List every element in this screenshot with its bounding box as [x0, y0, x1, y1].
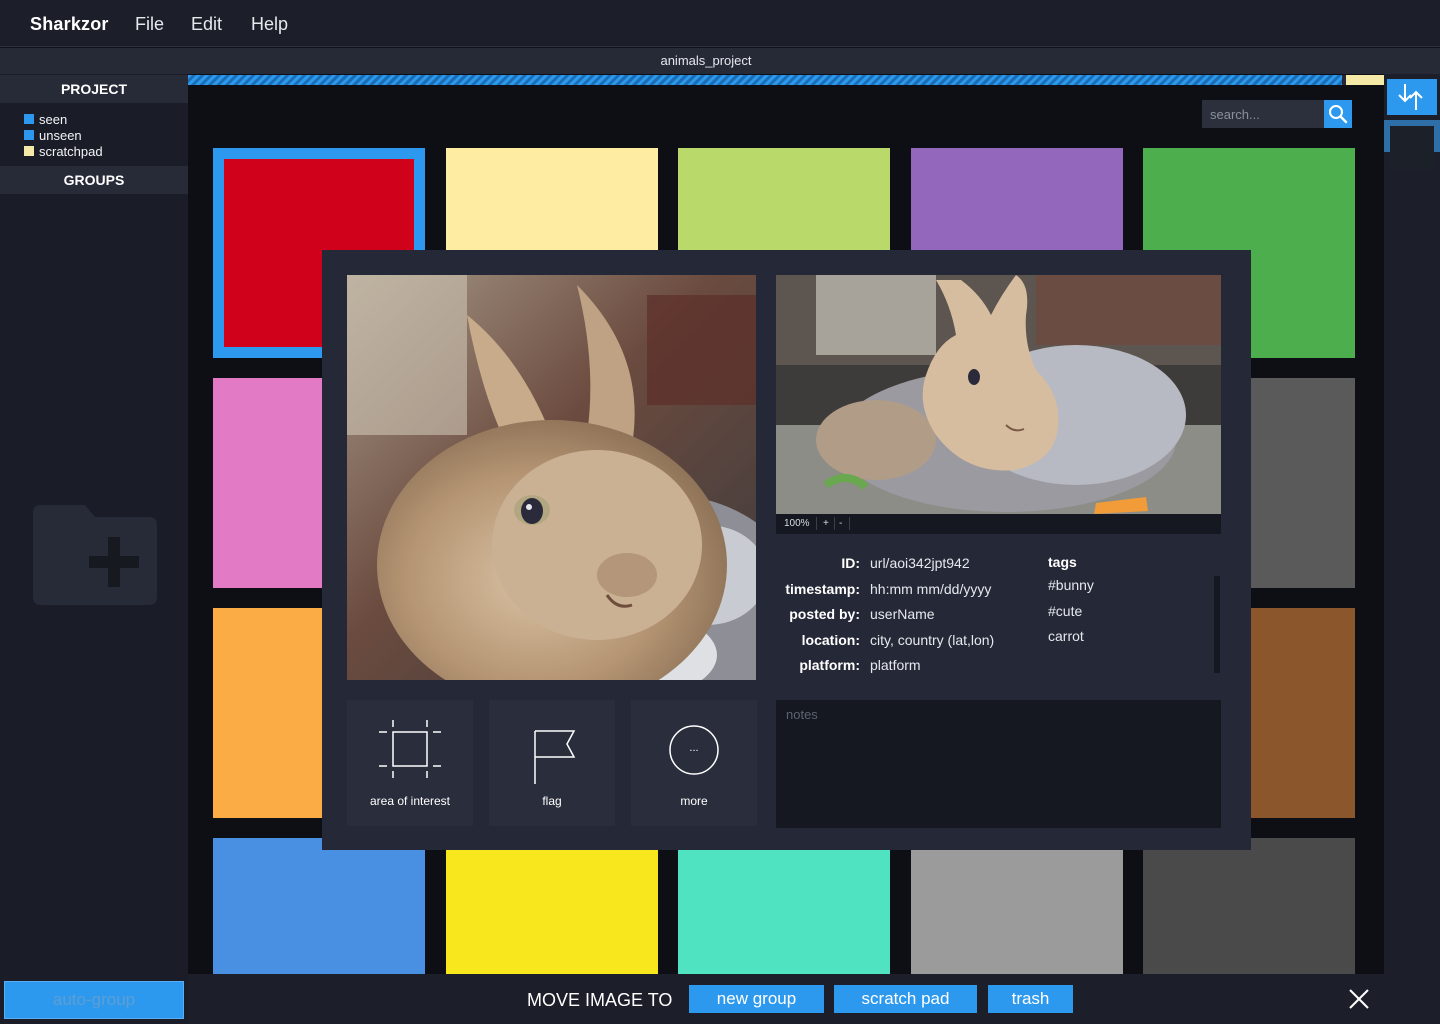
scratch-pad-button[interactable]: scratch pad — [834, 985, 977, 1013]
sort-button[interactable] — [1387, 79, 1437, 115]
move-image-bar: MOVE IMAGE TO new group scratch pad tras… — [188, 974, 1384, 1024]
folder-add-icon[interactable] — [33, 505, 157, 605]
action-label: area of interest — [369, 794, 451, 808]
menu-file[interactable]: File — [135, 14, 164, 35]
zoom-bar: 100% + - — [776, 514, 1221, 534]
meta-key: timestamp: — [785, 581, 860, 597]
action-label: more — [680, 794, 708, 808]
more-button[interactable]: ... more — [631, 700, 757, 826]
meta-key: posted by: — [789, 606, 860, 622]
legend-label: seen — [39, 111, 68, 127]
search-button[interactable] — [1324, 100, 1352, 128]
meta-value: platform — [870, 657, 921, 673]
notes-field[interactable] — [776, 700, 1221, 828]
area-of-interest-button[interactable]: area of interest — [347, 700, 473, 826]
image-detail-modal: 100% + - ID: url/aoi342jpt942 timestamp:… — [322, 250, 1251, 850]
main-image[interactable] — [347, 275, 756, 680]
flag-icon — [534, 730, 576, 784]
legend: seen unseen scratchpad — [24, 111, 103, 159]
meta-value: url/aoi342jpt942 — [870, 555, 970, 571]
progress-bar — [188, 75, 1384, 85]
search-icon — [1329, 105, 1348, 124]
meta-value: city, country (lat,lon) — [870, 632, 995, 648]
tags-title: tags — [1048, 554, 1077, 570]
sort-arrows-icon — [1398, 84, 1423, 110]
tag-item[interactable]: #bunny — [1048, 577, 1094, 593]
meta-value: userName — [870, 606, 935, 622]
legend-unseen[interactable]: unseen — [24, 127, 103, 143]
right-rail — [1384, 74, 1440, 1024]
legend-label: scratchpad — [39, 143, 103, 159]
zoom-out-button[interactable]: - — [839, 518, 842, 529]
preview-image[interactable] — [776, 275, 1221, 514]
progress-fill — [188, 75, 1343, 85]
close-icon[interactable] — [1348, 988, 1370, 1010]
more-icon: ... — [669, 725, 719, 775]
tag-item[interactable]: #cute — [1048, 603, 1082, 619]
legend-swatch — [24, 114, 34, 124]
trash-button[interactable]: trash — [988, 985, 1073, 1013]
app-title: Sharkzor — [30, 14, 109, 34]
meta-key: ID: — [841, 555, 860, 571]
meta-key: platform: — [799, 657, 860, 673]
zoom-level: 100% — [784, 518, 810, 529]
more-glyph: ... — [689, 742, 698, 754]
area-of-interest-icon — [379, 720, 441, 778]
legend-label: unseen — [39, 127, 82, 143]
zoom-divider — [834, 517, 835, 530]
action-label: flag — [542, 794, 562, 808]
zoom-divider — [849, 517, 850, 530]
project-title: animals_project — [660, 53, 752, 68]
groups-header: GROUPS — [0, 166, 188, 194]
search-box — [1202, 100, 1352, 128]
new-group-button[interactable]: new group — [689, 985, 824, 1013]
zoom-in-button[interactable]: + — [823, 518, 829, 529]
tags-scrollbar[interactable] — [1214, 576, 1220, 673]
project-title-bar: animals_project — [0, 48, 1440, 74]
legend-scratchpad[interactable]: scratchpad — [24, 143, 103, 159]
project-header: PROJECT — [0, 75, 188, 103]
rail-thumbnail[interactable] — [1390, 126, 1434, 170]
menu-help[interactable]: Help — [251, 14, 288, 35]
legend-swatch — [24, 146, 34, 156]
progress-scratchpad-segment — [1346, 75, 1384, 85]
legend-swatch — [24, 130, 34, 140]
meta-key: location: — [801, 632, 860, 648]
auto-group-button[interactable]: auto-group — [4, 981, 184, 1019]
zoom-divider — [816, 517, 817, 530]
search-input[interactable] — [1202, 100, 1324, 128]
sidebar: PROJECT seen unseen scratchpad GROUPS au… — [0, 74, 188, 1024]
menu-bar: Sharkzor File Edit Help — [0, 0, 1440, 47]
meta-value: hh:mm mm/dd/yyyy — [870, 581, 992, 597]
legend-seen[interactable]: seen — [24, 111, 103, 127]
tag-item[interactable]: carrot — [1048, 628, 1084, 644]
flag-button[interactable]: flag — [489, 700, 615, 826]
menu-edit[interactable]: Edit — [191, 14, 222, 35]
move-image-label: MOVE IMAGE TO — [527, 990, 673, 1010]
